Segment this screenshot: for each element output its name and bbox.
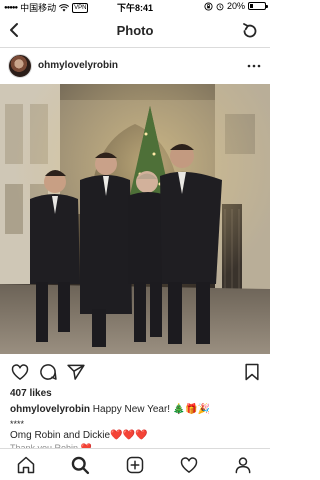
likes-count[interactable]: 407 likes xyxy=(10,388,52,399)
comment-line: Omg Robin and Dickie❤️❤️❤️ xyxy=(10,430,147,441)
comment-text: Omg Robin and Dickie xyxy=(10,430,111,441)
caption: ohmylovelyrobin Happy New Year! 🎄🎁🎉 xyxy=(10,404,262,415)
orientation-lock-icon xyxy=(204,1,213,11)
avatar[interactable] xyxy=(8,54,32,78)
tab-bar xyxy=(0,448,270,480)
new-post-icon[interactable] xyxy=(125,455,145,475)
more-icon[interactable] xyxy=(246,58,262,74)
heart-icon[interactable] xyxy=(10,362,30,382)
alarm-icon xyxy=(216,2,224,10)
caption-text: Happy New Year! 🎄🎁🎉 xyxy=(92,404,211,415)
post-actions xyxy=(0,360,270,386)
status-right: 20% xyxy=(204,1,268,11)
profile-icon[interactable] xyxy=(233,455,253,475)
search-icon[interactable] xyxy=(70,455,90,475)
post-header: ohmylovelyrobin xyxy=(0,50,270,84)
photo-scene xyxy=(0,84,270,354)
post-photo[interactable] xyxy=(0,84,270,354)
nav-bar: Photo xyxy=(0,14,270,48)
battery-fill xyxy=(250,4,253,8)
caption-username[interactable]: ohmylovelyrobin xyxy=(10,404,90,415)
comment-icon[interactable] xyxy=(38,362,58,382)
activity-icon[interactable] xyxy=(179,455,199,475)
page-title: Photo xyxy=(116,23,154,38)
battery-percent: 20% xyxy=(226,1,245,11)
refresh-icon[interactable] xyxy=(240,21,260,41)
caption-stars: **** xyxy=(10,419,25,429)
post-username[interactable]: ohmylovelyrobin xyxy=(38,60,118,71)
comment-hearts: ❤️❤️❤️ xyxy=(110,430,148,441)
battery-icon xyxy=(248,2,268,10)
status-bar: ●●●●● 中国移动 VPN 下午8:41 20% xyxy=(0,0,270,14)
bookmark-icon[interactable] xyxy=(242,362,262,382)
send-icon[interactable] xyxy=(66,362,86,382)
home-icon[interactable] xyxy=(16,455,36,475)
